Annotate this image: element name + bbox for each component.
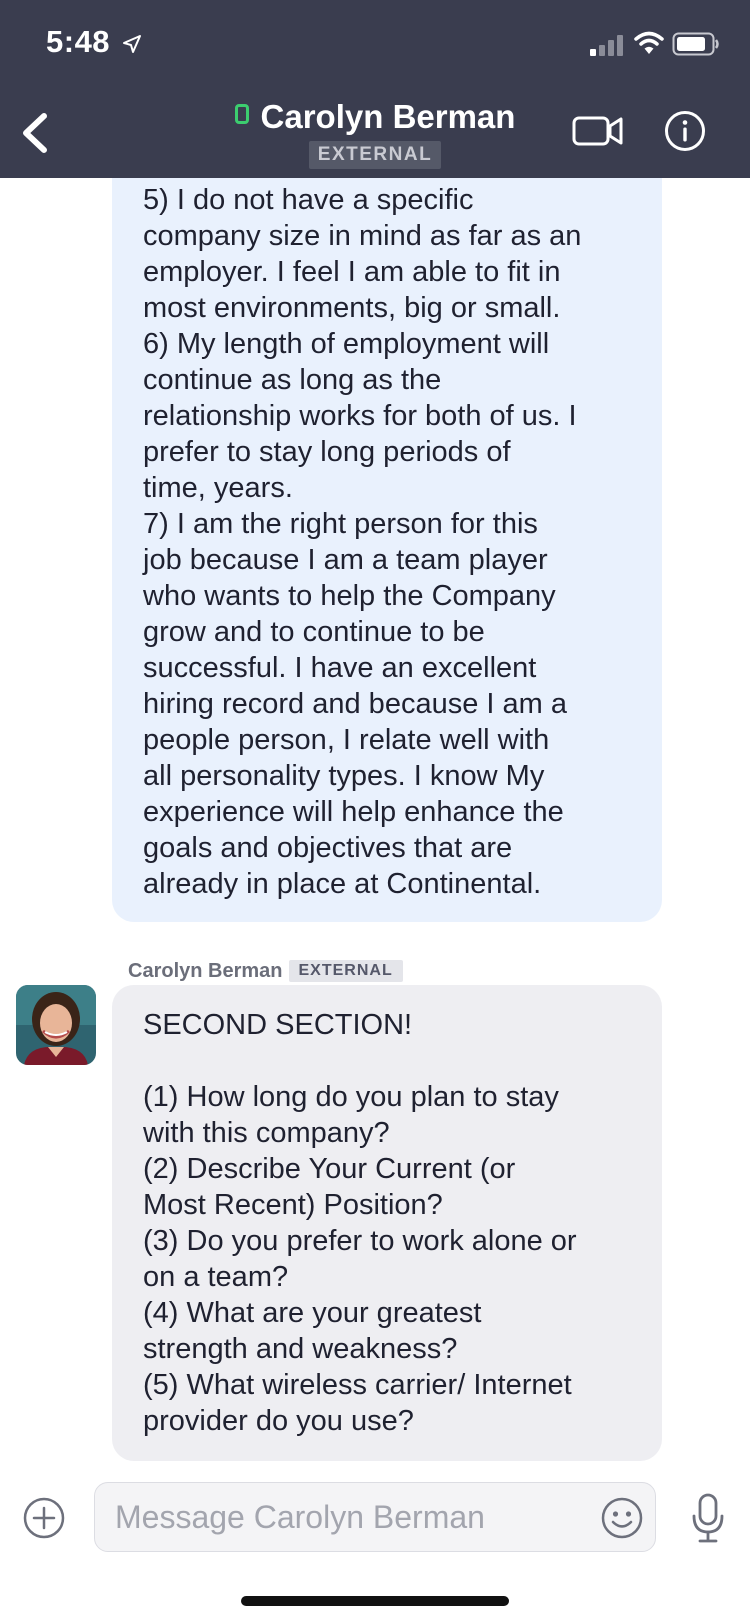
emoji-button[interactable] (600, 1496, 644, 1540)
external-badge-header: EXTERNAL (309, 141, 441, 169)
message-bubble-received[interactable]: SECOND SECTION! (1) How long do you plan… (112, 985, 662, 1461)
wifi-icon (634, 31, 664, 54)
video-call-button[interactable] (572, 112, 624, 150)
external-badge: EXTERNAL (288, 960, 403, 982)
location-arrow-icon (123, 35, 141, 53)
microphone-button[interactable] (690, 1492, 726, 1544)
message-bubble-own[interactable]: 5) I do not have a specific company size… (112, 150, 662, 922)
info-button[interactable] (664, 110, 706, 152)
cellular-signal-icon (590, 35, 623, 56)
header-title[interactable]: Carolyn Berman (0, 98, 750, 136)
home-indicator (241, 1596, 509, 1606)
presence-indicator-icon (234, 104, 249, 124)
chat-header: 5:48 Carolyn Berman EXTERNAL (0, 0, 750, 178)
sender-name: Carolyn Berman (128, 959, 283, 982)
avatar[interactable] (16, 985, 96, 1065)
add-attachment-button[interactable] (22, 1496, 66, 1540)
sender-row: Carolyn Berman EXTERNAL (128, 958, 403, 984)
battery-icon (672, 32, 719, 56)
message-input[interactable] (94, 1482, 656, 1552)
status-time: 5:48 (46, 24, 111, 59)
contact-name: Carolyn Berman (260, 98, 516, 135)
